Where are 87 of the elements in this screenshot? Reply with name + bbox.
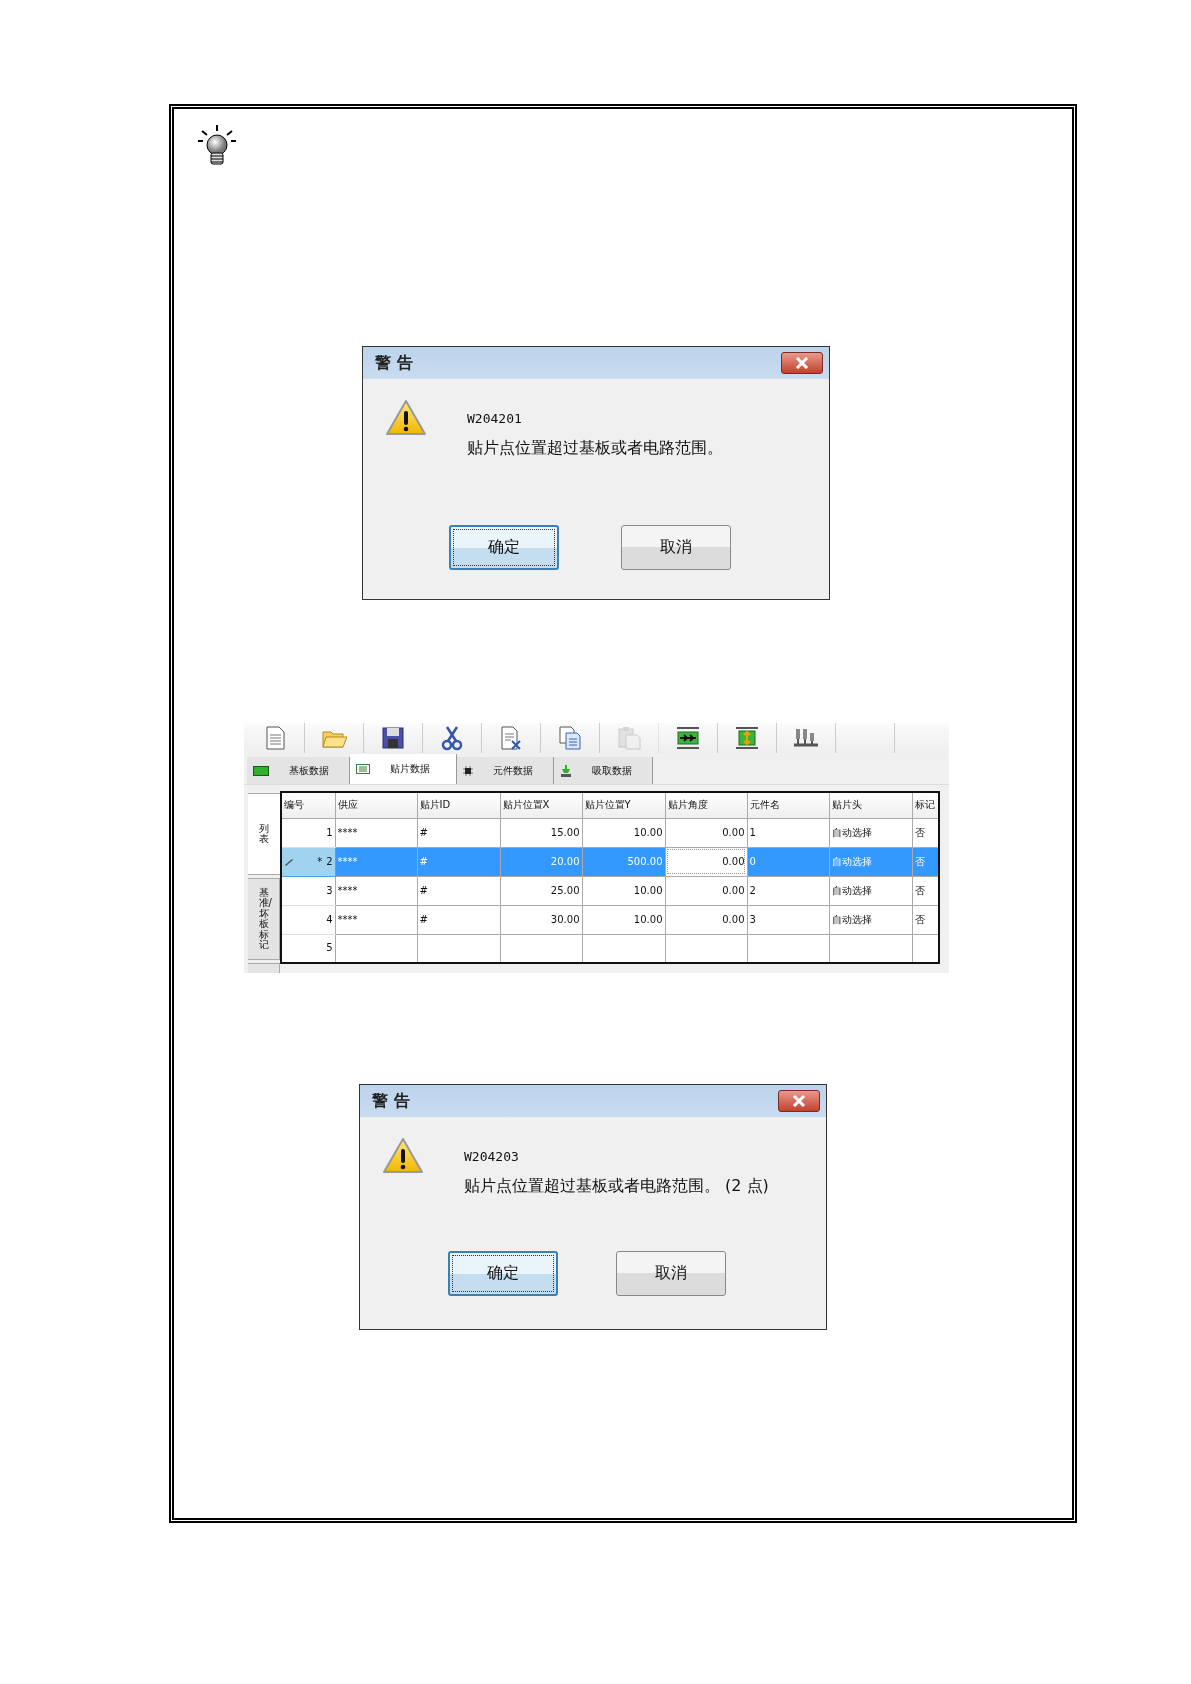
- row-number: 5: [326, 942, 333, 954]
- clipboard-icon: [616, 725, 642, 751]
- table-cell: #: [417, 818, 500, 847]
- table-row[interactable]: 4 **** # 30.00 10.00 0.00 3 自动选择 否: [281, 905, 939, 934]
- side-tab[interactable]: 列表: [248, 793, 280, 875]
- table-cell: #: [417, 905, 500, 934]
- table-cell: 自动选择: [829, 905, 912, 934]
- horizontal-arrows-icon: [675, 725, 701, 751]
- nozzle-icon: [560, 764, 572, 777]
- row-number: 4: [326, 913, 333, 925]
- table-cell: 0: [747, 847, 829, 876]
- warning-icon: [385, 399, 427, 437]
- table-cell: 10.00: [582, 905, 665, 934]
- tab[interactable]: 元件数据: [457, 757, 554, 784]
- column-header[interactable]: 贴片ID: [417, 792, 500, 818]
- tab[interactable]: 贴片数据: [350, 754, 457, 784]
- tab[interactable]: 吸取数据: [554, 757, 653, 784]
- table-cell: 2: [747, 876, 829, 905]
- row-marker: *: [317, 855, 323, 867]
- row-header[interactable]: 4: [281, 905, 335, 934]
- table-cell: 3: [747, 905, 829, 934]
- table-cell: 0.00: [665, 847, 747, 876]
- row-header[interactable]: * 2: [281, 847, 335, 876]
- ok-button[interactable]: 确定: [449, 525, 559, 570]
- document-delete-icon: [498, 725, 524, 751]
- row-number: 3: [326, 884, 333, 896]
- table-cell: 10.00: [582, 818, 665, 847]
- row-header[interactable]: 5: [281, 934, 335, 963]
- close-button[interactable]: [778, 1090, 820, 1112]
- copy-icon: [557, 725, 583, 751]
- table-cell: 15.00: [500, 818, 582, 847]
- table-row[interactable]: 1 **** # 15.00 10.00 0.00 1 自动选择 否: [281, 818, 939, 847]
- table-cell: #: [417, 876, 500, 905]
- table-cell: ****: [335, 847, 417, 876]
- table-cell: 500.00: [582, 847, 665, 876]
- column-header[interactable]: 供应: [335, 792, 417, 818]
- table-cell: 自动选择: [829, 818, 912, 847]
- column-header[interactable]: 贴片头: [829, 792, 912, 818]
- close-icon: [795, 357, 809, 369]
- tab[interactable]: 基板数据: [247, 757, 350, 784]
- close-icon: [792, 1095, 806, 1107]
- board-icon: [253, 765, 269, 776]
- table-cell: 0.00: [665, 876, 747, 905]
- table-cell: #: [417, 847, 500, 876]
- side-tab[interactable]: 基准/坏板标记: [248, 878, 280, 960]
- error-message: 贴片点位置超过基板或者电路范围。: [467, 438, 723, 459]
- table-row[interactable]: 3 **** # 25.00 10.00 0.00 2 自动选择 否: [281, 876, 939, 905]
- pencil-icon: [284, 857, 294, 866]
- table-cell: 1: [747, 818, 829, 847]
- table-cell: 10.00: [582, 876, 665, 905]
- warning-icon: [382, 1137, 424, 1175]
- column-header[interactable]: 元件名: [747, 792, 829, 818]
- table-cell: 自动选择: [829, 847, 912, 876]
- column-header[interactable]: 标记: [912, 792, 939, 818]
- row-number: 1: [326, 826, 333, 838]
- table-row[interactable]: 5: [281, 934, 939, 963]
- scissors-icon: [439, 725, 465, 751]
- dialog-title: 警 告: [372, 1090, 410, 1112]
- row-header[interactable]: 1: [281, 818, 335, 847]
- error-code: W204201: [467, 411, 523, 426]
- row-number: 2: [326, 855, 333, 867]
- column-header[interactable]: 贴片位置X: [500, 792, 582, 818]
- table-cell: 20.00: [500, 847, 582, 876]
- cancel-button[interactable]: 取消: [616, 1251, 726, 1296]
- vertical-arrows-icon: [734, 725, 760, 751]
- column-header[interactable]: 贴片角度: [665, 792, 747, 818]
- table-cell: ****: [335, 876, 417, 905]
- table-cell: 25.00: [500, 876, 582, 905]
- cancel-button[interactable]: 取消: [621, 525, 731, 570]
- grid-icon: [356, 764, 370, 774]
- table-cell: 自动选择: [829, 876, 912, 905]
- table-cell: ****: [335, 905, 417, 934]
- chip-icon: [463, 765, 473, 776]
- table-cell: 0.00: [665, 818, 747, 847]
- column-header[interactable]: 贴片位置Y: [582, 792, 665, 818]
- table-row[interactable]: * 2 **** # 20.00 500.00 0.00 0 自动选择 否: [281, 847, 939, 876]
- row-header[interactable]: 3: [281, 876, 335, 905]
- error-code: W204203: [464, 1149, 520, 1164]
- dialog-title: 警 告: [375, 352, 413, 374]
- table-cell: ****: [335, 818, 417, 847]
- close-button[interactable]: [781, 352, 823, 374]
- table-cell: 0.00: [665, 905, 747, 934]
- error-message: 贴片点位置超过基板或者电路范围。 (2 点): [464, 1176, 769, 1197]
- light-bulb-icon: [196, 123, 238, 167]
- ok-button[interactable]: 确定: [448, 1251, 558, 1296]
- table-cell: 30.00: [500, 905, 582, 934]
- column-header[interactable]: 编号: [281, 792, 335, 818]
